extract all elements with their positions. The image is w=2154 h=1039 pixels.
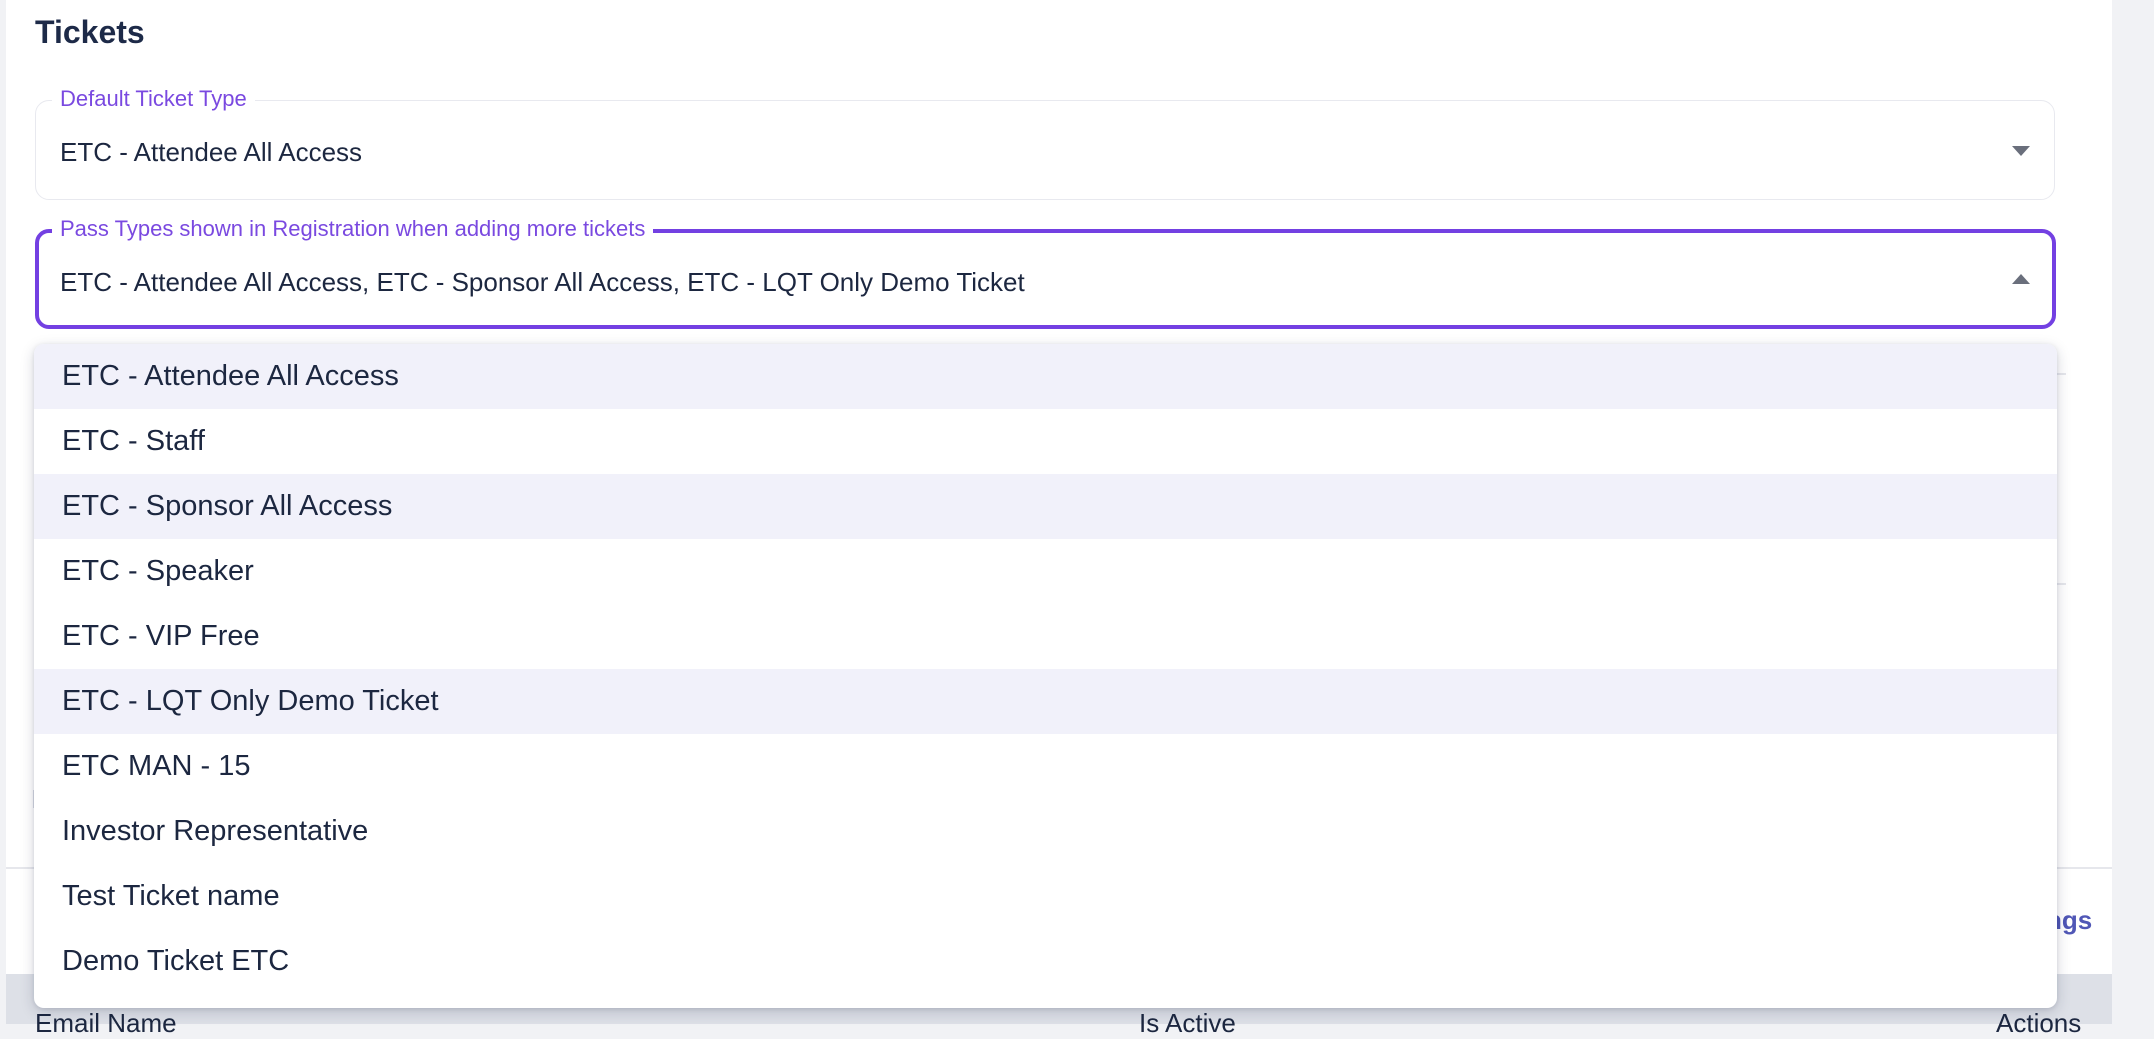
pass-types-dropdown-menu: ETC - Attendee All Access ETC - Staff ETC … <box>34 344 2057 1008</box>
dropdown-option[interactable]: ETC - Sponsor All Access <box>34 474 2057 539</box>
default-ticket-type-label: Default Ticket Type <box>52 86 255 112</box>
chevron-down-icon[interactable] <box>2012 146 2030 156</box>
page-gutter <box>2112 0 2154 1024</box>
dropdown-option[interactable]: Investor Representative <box>34 799 2057 864</box>
chevron-up-icon[interactable] <box>2012 274 2030 284</box>
dropdown-option[interactable]: ETC - Attendee All Access <box>34 344 2057 409</box>
pass-types-value: ETC - Attendee All Access, ETC - Sponsor… <box>60 267 1025 297</box>
section-title: Tickets <box>35 14 145 50</box>
default-ticket-type-value: ETC - Attendee All Access <box>60 137 363 167</box>
dropdown-option[interactable]: ETC - Staff <box>34 409 2057 474</box>
dropdown-option[interactable]: Test Ticket name <box>34 864 2057 929</box>
dropdown-option[interactable]: Demo Ticket ETC <box>34 929 2057 994</box>
dropdown-option[interactable]: ETC MAN - 15 <box>34 734 2057 799</box>
pass-types-label: Pass Types shown in Registration when ad… <box>52 216 654 242</box>
dropdown-option[interactable]: ETC - Speaker <box>34 539 2057 604</box>
dropdown-option[interactable]: ETC - VIP Free <box>34 604 2057 669</box>
dropdown-option[interactable]: ETC - LQT Only Demo Ticket <box>34 669 2057 734</box>
options-list: ETC - Attendee All Access ETC - Staff ETC … <box>34 344 2057 994</box>
